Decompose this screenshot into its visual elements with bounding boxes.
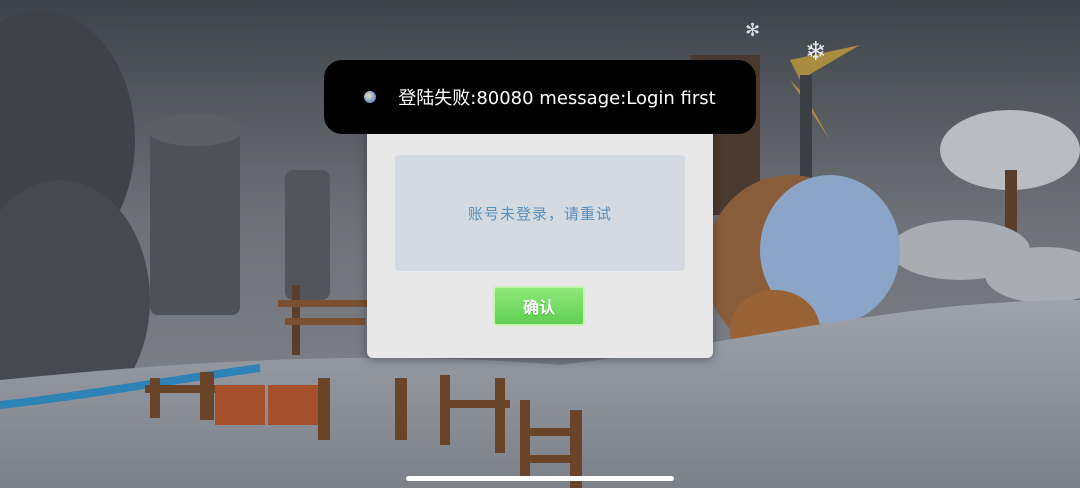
stone-tower-2 <box>285 170 330 300</box>
stone-tower <box>150 125 240 315</box>
toast-message: 登陆失败:80080 message:Login first <box>398 88 716 109</box>
dialog-message-box: 账号未登录，请重试 <box>395 155 685 271</box>
dialog-message: 账号未登录，请重试 <box>467 204 612 223</box>
stone-tower-top <box>147 114 243 146</box>
snowflake-icon: ✻ <box>745 20 760 41</box>
error-toast: 登陆失败:80080 message:Login first <box>324 60 756 134</box>
windmill-shaft <box>800 75 812 185</box>
login-failed-dialog: 账号未登录，请重试 确认 <box>367 120 713 358</box>
confirm-button[interactable]: 确认 <box>493 286 585 326</box>
game-app-icon <box>364 91 377 103</box>
home-indicator[interactable] <box>406 476 674 481</box>
snowflake-icon: ❄ <box>805 37 827 67</box>
